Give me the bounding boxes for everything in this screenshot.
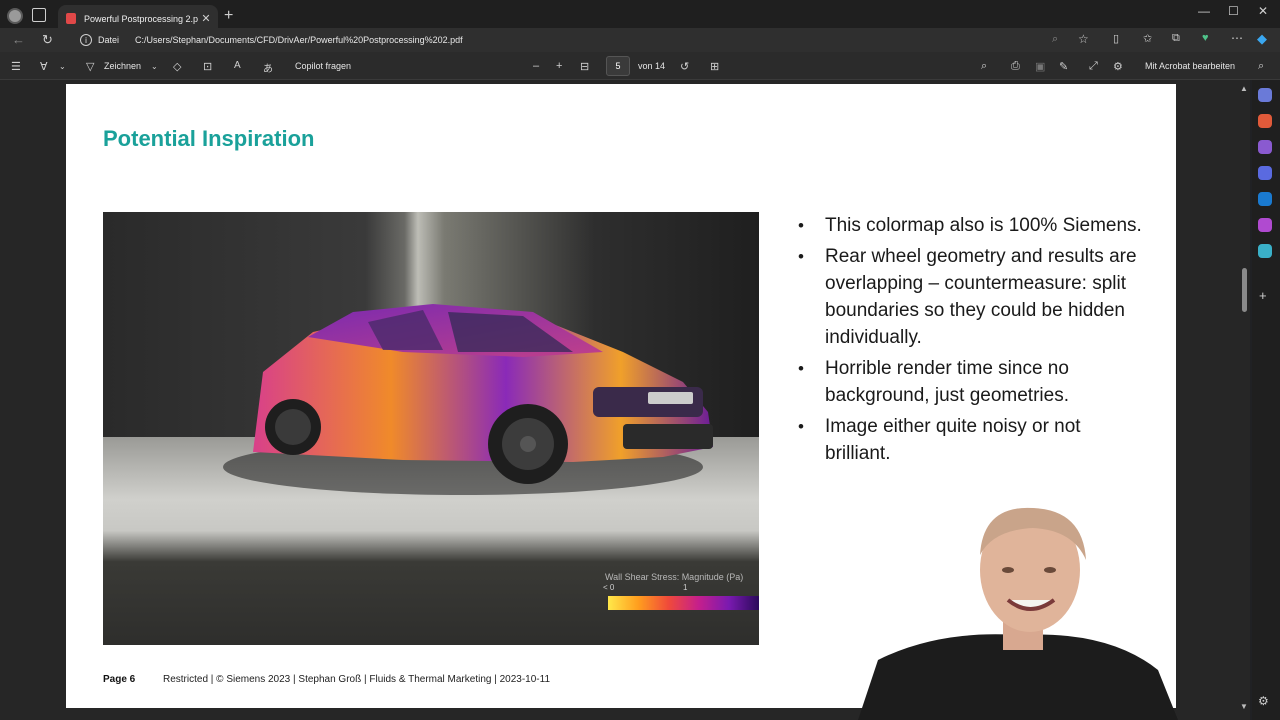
sidebar-games-icon[interactable] (1258, 166, 1272, 180)
fit-page-icon[interactable]: ⊟ (580, 60, 589, 73)
highlight-icon[interactable]: ∀ (40, 60, 48, 73)
scroll-down-icon[interactable]: ▼ (1240, 702, 1248, 711)
split-screen-icon[interactable]: ▯ (1113, 32, 1119, 45)
sidebar-tools-icon[interactable] (1258, 140, 1272, 154)
favorites-icon[interactable]: ✩ (1143, 32, 1152, 45)
search-icon[interactable]: ⌕ (981, 60, 987, 73)
draw-button[interactable]: Zeichnen (104, 61, 141, 71)
url-field[interactable]: i Datei C:/Users/Stephan/Documents/CFD/D… (72, 29, 1102, 51)
favorite-star-icon[interactable]: ☆ (1078, 32, 1089, 46)
sidebar-shopping-icon[interactable] (1258, 114, 1272, 128)
info-icon[interactable]: i (80, 34, 92, 46)
sidebar-app-icon[interactable] (1258, 88, 1272, 102)
url-scheme: Datei (98, 35, 120, 45)
table-of-contents-icon[interactable]: ☰ (11, 60, 21, 73)
refresh-icon[interactable]: ↻ (42, 32, 53, 48)
pdf-file-icon (66, 13, 76, 24)
pdf-toolbar: ☰ ∀ ⌄ ▽ Zeichnen ⌄ ◇ ⊡ A あ Copilot frage… (0, 52, 1280, 80)
text-box-icon[interactable]: ⊡ (203, 60, 212, 73)
sidebar-outlook-icon[interactable] (1258, 192, 1272, 206)
read-aloud-icon[interactable]: A (234, 60, 241, 71)
presenter-illustration (858, 507, 1178, 720)
zoom-out-button[interactable]: – (533, 60, 539, 72)
sidebar-settings-icon[interactable]: ⚙ (1258, 694, 1269, 708)
presenter-webcam (858, 500, 1178, 720)
sidebar-add-icon[interactable]: + (1259, 288, 1267, 303)
scrollbar[interactable]: ▲ ▼ (1238, 80, 1250, 720)
tab-close-icon[interactable]: ✕ (198, 12, 214, 25)
highlight-dropdown-icon[interactable]: ⌄ (59, 62, 66, 71)
scroll-up-icon[interactable]: ▲ (1240, 84, 1248, 93)
bullet-item: This colormap also is 100% Siemens. (798, 212, 1148, 239)
zoom-in-button[interactable]: + (556, 60, 562, 72)
page-number-input[interactable]: 5 (606, 56, 630, 76)
draw-dropdown-icon[interactable]: ⌄ (151, 62, 158, 71)
address-bar: ← ↻ i Datei C:/Users/Stephan/Documents/C… (0, 28, 1280, 52)
colorbar-title: Wall Shear Stress: Magnitude (Pa) (605, 572, 744, 582)
back-arrow-icon[interactable]: ← (12, 32, 25, 47)
copilot-icon[interactable]: ◆ (1257, 31, 1267, 47)
new-tab-button[interactable]: + (224, 7, 233, 25)
print-icon[interactable]: ⎙ (1011, 60, 1020, 73)
draw-icon[interactable]: ▽ (86, 60, 94, 73)
close-window-button[interactable]: ✕ (1258, 4, 1268, 18)
page-total: von 14 (638, 61, 666, 71)
more-menu-icon[interactable]: ⋯ (1231, 31, 1243, 45)
profile-avatar-icon[interactable] (7, 8, 23, 24)
save-icon[interactable]: ▣ (1035, 60, 1045, 73)
save-as-icon[interactable]: ✎ (1059, 60, 1068, 73)
translate-icon[interactable]: あ (263, 60, 273, 75)
tab-label: Powerful Postprocessing 2.pdf (84, 13, 198, 24)
sidebar-send-icon[interactable] (1258, 244, 1272, 258)
page-view-icon[interactable]: ⊞ (710, 60, 719, 73)
bullet-item: Image either quite noisy or not brillian… (798, 413, 1148, 467)
bullet-item: Rear wheel geometry and results are over… (798, 243, 1148, 351)
browser-essentials-icon[interactable]: ♥ (1202, 32, 1209, 44)
footer-page-number: Page 6 (103, 674, 136, 685)
edit-with-acrobat-button[interactable]: Mit Acrobat bearbeiten (1145, 61, 1235, 71)
sidebar-search-icon[interactable]: ⌕ (1258, 60, 1264, 73)
zoom-icon[interactable]: ⌕ (1052, 33, 1058, 46)
car-render-image: Wall Shear Stress: Magnitude (Pa) < 0 1 (103, 212, 759, 645)
rotate-icon[interactable]: ↺ (680, 60, 689, 73)
colorbar-min-label: < 0 (603, 583, 615, 592)
eraser-icon[interactable]: ◇ (173, 60, 181, 73)
colorbar-mid-label: 1 (683, 583, 688, 592)
footer-text: Restricted | © Siemens 2023 | Stephan Gr… (163, 674, 551, 685)
minimize-button[interactable]: — (1198, 4, 1210, 18)
settings-gear-icon[interactable]: ⚙ (1113, 60, 1123, 73)
bullet-list: This colormap also is 100% Siemens. Rear… (798, 212, 1148, 471)
fullscreen-icon[interactable]: ⤢ (1089, 60, 1098, 73)
colorbar (608, 596, 759, 610)
url-path: C:/Users/Stephan/Documents/CFD/DrivAer/P… (135, 35, 463, 45)
copilot-ask-button[interactable]: Copilot fragen (295, 61, 351, 71)
edge-sidebar: + ⚙ (1252, 80, 1280, 720)
slide-title: Potential Inspiration (103, 126, 315, 151)
bullet-item: Horrible render time since no background… (798, 355, 1148, 409)
scroll-thumb[interactable] (1242, 268, 1247, 312)
collections-icon[interactable]: ⧉ (1172, 32, 1180, 45)
sidebar-designer-icon[interactable] (1258, 218, 1272, 232)
maximize-button[interactable]: ☐ (1228, 4, 1239, 18)
tab-actions-icon[interactable] (32, 8, 46, 22)
